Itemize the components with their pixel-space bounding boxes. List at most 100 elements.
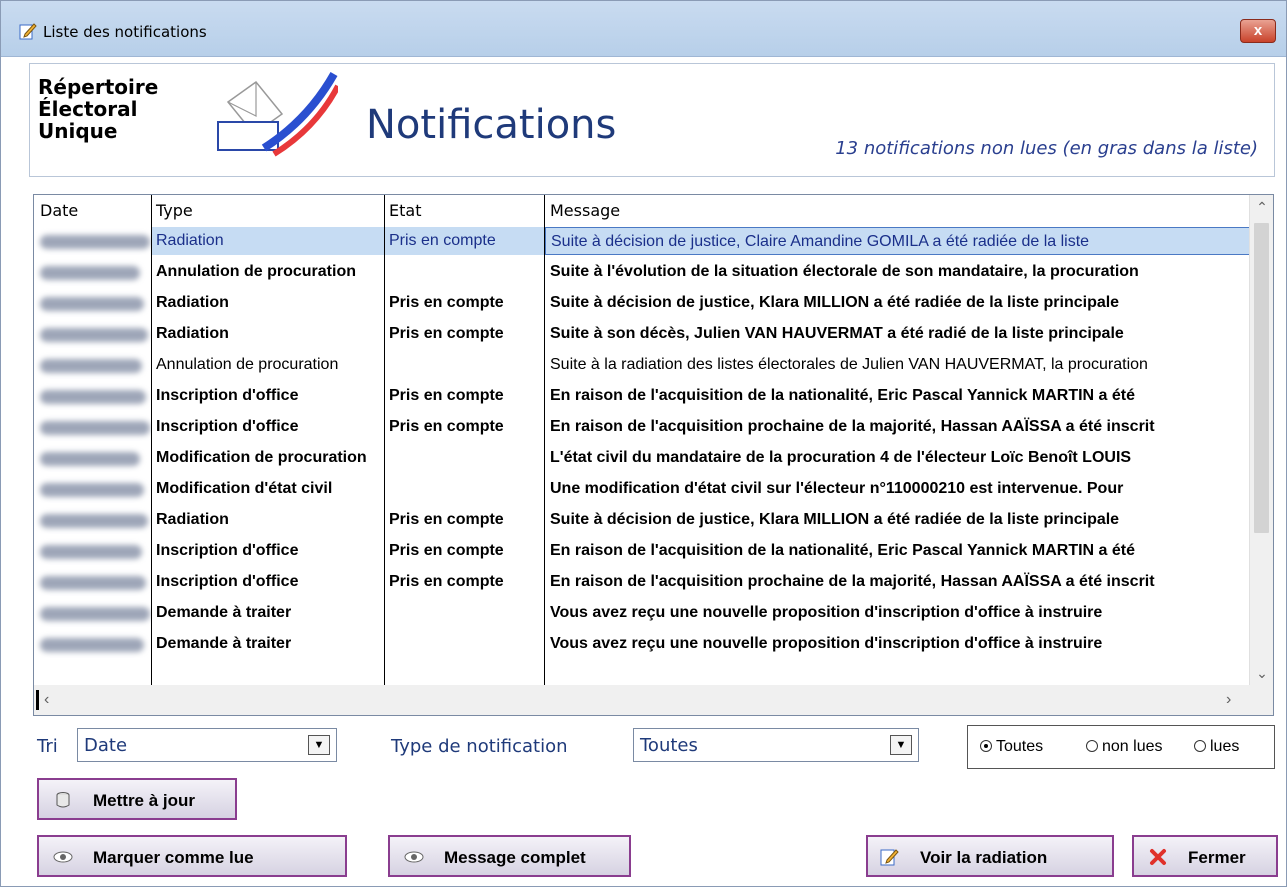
table-row[interactable]: Modification de procuration L'état civil … — [34, 442, 1250, 473]
table-header: Date Type Etat Message — [34, 195, 1250, 225]
cell-date — [34, 382, 151, 410]
edit-icon — [880, 849, 899, 866]
redacted-date — [40, 483, 144, 497]
cell-type: Radiation — [156, 325, 229, 342]
type-filter-label: Type de notification — [391, 736, 568, 757]
cell-type: Annulation de procuration — [156, 263, 356, 280]
table-row[interactable]: Demande à traiter Vous avez reçu une nouv… — [34, 628, 1250, 659]
column-header-etat[interactable]: Etat — [389, 201, 421, 220]
logo: Répertoire Électoral Unique — [38, 72, 338, 172]
redacted-date — [40, 421, 150, 435]
cell-type: Demande à traiter — [156, 604, 292, 621]
table-row[interactable]: Annulation de procuration Suite à la radi… — [34, 349, 1250, 380]
radio-all[interactable]: Toutes — [980, 738, 1043, 756]
cell-etat: Pris en compte — [389, 387, 504, 404]
notifications-table[interactable]: Date Type Etat Message Radiation Pris en … — [33, 194, 1274, 716]
table-row[interactable]: Inscription d'office Pris en compte En rai… — [34, 566, 1250, 597]
page-title: Notifications — [366, 102, 617, 148]
cell-message: L'état civil du mandataire de la procura… — [550, 449, 1132, 466]
scroll-down-icon[interactable]: ⌄ — [1250, 661, 1273, 685]
cell-date — [34, 289, 151, 317]
vertical-scrollbar[interactable]: ⌃ ⌄ — [1249, 195, 1273, 685]
read-status-filter: Toutes non lues lues — [967, 725, 1275, 769]
close-button[interactable]: Fermer — [1132, 835, 1278, 877]
cell-etat: Pris en compte — [389, 511, 504, 528]
mark-read-button[interactable]: Marquer comme lue — [37, 835, 347, 877]
sort-select-value: Date — [84, 735, 128, 756]
column-header-date[interactable]: Date — [40, 201, 78, 220]
view-radiation-button[interactable]: Voir la radiation — [866, 835, 1114, 877]
cell-message: Vous avez reçu une nouvelle proposition … — [550, 604, 1103, 621]
sort-select[interactable]: Date ▼ — [77, 728, 337, 762]
scroll-left-icon[interactable]: ‹ — [44, 685, 64, 715]
cell-date — [34, 413, 151, 441]
logo-line-1: Répertoire — [38, 75, 159, 99]
table-row[interactable]: Radiation Pris en compte Suite à son décès… — [34, 318, 1250, 349]
cell-date — [34, 537, 151, 565]
table-row[interactable]: Inscription d'office Pris en compte En rai… — [34, 411, 1250, 442]
cell-date — [34, 568, 151, 596]
cell-etat: Pris en compte — [389, 294, 504, 311]
close-icon — [1150, 849, 1166, 865]
logo-line-2: Électoral — [38, 97, 138, 121]
cell-date — [34, 351, 151, 379]
chevron-down-icon[interactable]: ▼ — [308, 735, 330, 755]
scroll-thumb[interactable] — [1254, 223, 1269, 533]
redacted-date — [40, 328, 148, 342]
radio-unread-label: non lues — [1102, 738, 1163, 755]
title-bar: Liste des notifications x — [1, 1, 1286, 57]
cell-message: Suite à décision de justice, Klara MILLI… — [550, 511, 1120, 528]
full-message-button[interactable]: Message complet — [388, 835, 631, 877]
logo-line-3: Unique — [38, 119, 118, 143]
cell-etat — [385, 599, 544, 627]
type-filter-select[interactable]: Toutes ▼ — [633, 728, 919, 762]
chevron-down-icon[interactable]: ▼ — [890, 735, 912, 755]
table-row[interactable]: Modification d'état civil Une modificatio… — [34, 473, 1250, 504]
table-row[interactable]: Inscription d'office Pris en compte En rai… — [34, 535, 1250, 566]
cell-message: Suite à l'évolution de la situation élec… — [550, 263, 1139, 280]
table-row[interactable]: Radiation Pris en compte Suite à décision … — [34, 225, 1250, 256]
window-title: Liste des notifications — [43, 23, 207, 41]
view-radiation-button-label: Voir la radiation — [920, 848, 1048, 867]
redacted-date — [40, 638, 144, 652]
cell-etat: Pris en compte — [389, 542, 504, 559]
cell-message: Suite à décision de justice, Klara MILLI… — [550, 294, 1120, 311]
window-close-button[interactable]: x — [1240, 19, 1276, 43]
redacted-date — [40, 235, 150, 249]
table-row[interactable]: Inscription d'office Pris en compte En rai… — [34, 380, 1250, 411]
table-row[interactable]: Radiation Pris en compte Suite à décision … — [34, 504, 1250, 535]
cell-date — [34, 475, 151, 503]
radio-all-label: Toutes — [996, 738, 1044, 755]
radio-selected-icon — [980, 740, 992, 752]
table-row[interactable]: Radiation Pris en compte Suite à décision … — [34, 287, 1250, 318]
logo-envelope-icon — [217, 72, 338, 157]
table-row[interactable]: Annulation de procuration Suite à l'évolu… — [34, 256, 1250, 287]
cell-etat — [385, 630, 544, 658]
scroll-right-icon[interactable]: › — [1226, 685, 1250, 715]
column-header-message[interactable]: Message — [550, 201, 620, 220]
edit-icon — [19, 22, 37, 40]
redacted-date — [40, 576, 146, 590]
refresh-button[interactable]: Mettre à jour — [37, 778, 237, 820]
radio-unread[interactable]: non lues — [1086, 738, 1163, 756]
redacted-date — [40, 514, 148, 528]
radio-unselected-icon — [1194, 740, 1206, 752]
column-header-type[interactable]: Type — [156, 201, 193, 220]
cell-message: Suite à décision de justice, Claire Aman… — [545, 227, 1250, 255]
cell-date — [34, 630, 151, 658]
radio-read[interactable]: lues — [1194, 738, 1239, 756]
cell-message: En raison de l'acquisition de la nationa… — [550, 387, 1136, 404]
cell-date — [34, 320, 151, 348]
database-icon — [56, 792, 70, 808]
redacted-date — [40, 607, 150, 621]
cell-etat — [385, 351, 544, 379]
radio-unselected-icon — [1086, 740, 1098, 752]
radio-read-label: lues — [1210, 738, 1240, 755]
cell-date — [34, 506, 151, 534]
horizontal-scrollbar[interactable]: ‹ › — [34, 685, 1250, 715]
cell-etat: Pris en compte — [389, 418, 504, 435]
table-row[interactable]: Demande à traiter Vous avez reçu une nouv… — [34, 597, 1250, 628]
scroll-up-icon[interactable]: ⌃ — [1250, 195, 1273, 219]
cell-type: Inscription d'office — [156, 387, 299, 404]
cell-etat: Pris en compte — [389, 573, 504, 590]
